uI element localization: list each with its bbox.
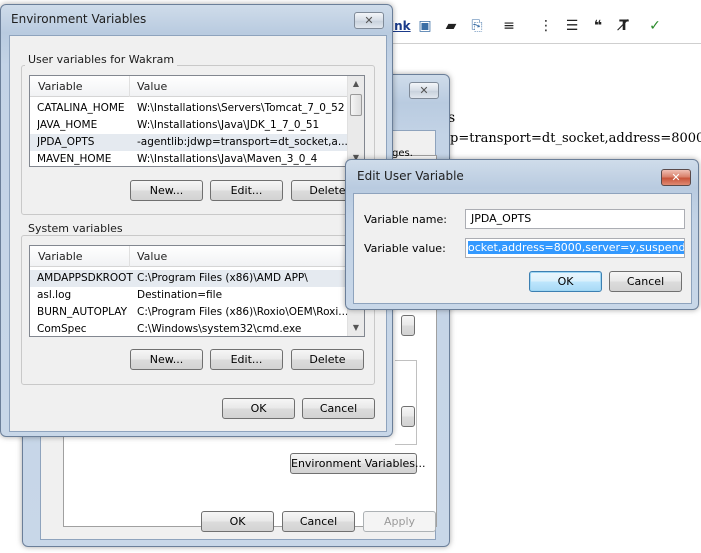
editor-link-text[interactable]: ink: [390, 19, 411, 33]
user-edit-button[interactable]: Edit...: [210, 180, 283, 201]
row-variable: ComSpec: [37, 323, 87, 335]
sysprops-inner-box: [395, 360, 417, 445]
scroll-down-icon[interactable]: ▼: [348, 320, 364, 336]
sysprops-cancel-button[interactable]: Cancel: [282, 511, 355, 532]
edit-dialog-title: Edit User Variable: [357, 169, 464, 183]
envvars-cancel-button[interactable]: Cancel: [302, 398, 375, 419]
table-row[interactable]: JPDA_OPTS -agentlib:jdwp=transport=dt_so…: [30, 134, 347, 151]
variable-value-field[interactable]: ocket,address=8000,server=y,suspend=n: [465, 238, 685, 258]
video-icon[interactable]: ▰: [442, 17, 460, 35]
scroll-thumb[interactable]: [350, 94, 362, 116]
col-value-header[interactable]: Value: [137, 80, 167, 93]
col-divider: [129, 246, 130, 267]
user-variables-list[interactable]: Variable Value CATALINA_HOME W:\Installa…: [29, 75, 365, 167]
table-row[interactable]: BURN_AUTOPLAY C:\Program Files (x86)\Rox…: [30, 304, 347, 321]
system-variables-label: System variables: [25, 222, 126, 235]
sysprops-small-button[interactable]: [401, 315, 415, 336]
row-variable: JPDA_OPTS: [37, 136, 95, 148]
system-edit-button[interactable]: Edit...: [210, 349, 283, 370]
sysprops-ok-button[interactable]: OK: [201, 511, 274, 532]
row-value: W:\Installations\Java\Maven_3_0_4: [137, 153, 318, 165]
variable-name-label: Variable name:: [364, 213, 447, 226]
row-value: W:\Installations\Servers\Tomcat_7_0_52: [137, 102, 345, 114]
row-variable: AMDAPPSDKROOT: [37, 272, 133, 284]
row-value: Destination=file: [137, 289, 223, 301]
table-row[interactable]: ComSpec C:\Windows\system32\cmd.exe: [30, 321, 347, 336]
envvars-close-button[interactable]: ✕: [354, 12, 384, 29]
toolbar-divider: [380, 43, 701, 44]
row-variable: asl.log: [37, 289, 72, 301]
system-new-button[interactable]: New...: [130, 349, 203, 370]
unordered-list-icon[interactable]: ☰: [563, 17, 581, 35]
row-value: W:\Installations\Java\JDK_1_7_0_51: [137, 119, 320, 131]
ordered-list-icon[interactable]: ⋮: [537, 17, 555, 35]
clear-format-icon[interactable]: T̸: [615, 17, 633, 35]
col-variable-header[interactable]: Variable: [38, 250, 83, 263]
edit-dialog-ok-button[interactable]: OK: [529, 271, 602, 292]
editor-body-text: p=transport=dt_socket,address=8000,ser: [450, 131, 701, 146]
col-variable-header[interactable]: Variable: [38, 80, 83, 93]
environment-variables-button[interactable]: Environment Variables...: [290, 453, 426, 474]
row-variable: MAVEN_HOME: [37, 153, 112, 165]
image-icon[interactable]: ▣: [416, 17, 434, 35]
table-row[interactable]: CATALINA_HOME W:\Installations\Servers\T…: [30, 100, 347, 117]
row-variable: CATALINA_HOME: [37, 102, 125, 114]
user-new-button[interactable]: New...: [130, 180, 203, 201]
envvars-ok-button[interactable]: OK: [222, 398, 295, 419]
table-row[interactable]: MAVEN_HOME W:\Installations\Java\Maven_3…: [30, 151, 347, 166]
spellcheck-icon[interactable]: ✓: [646, 17, 664, 35]
scroll-up-icon[interactable]: ▲: [348, 76, 364, 92]
envvars-title: Environment Variables: [11, 12, 147, 26]
list-header: Variable Value: [30, 246, 347, 267]
row-value: C:\Windows\system32\cmd.exe: [137, 323, 302, 335]
system-delete-button[interactable]: Delete: [291, 349, 364, 370]
table-row[interactable]: asl.log Destination=file: [30, 287, 347, 304]
edit-user-variable-dialog: Edit User Variable ✕ Variable name: JPDA…: [345, 159, 699, 310]
edit-dialog-cancel-button[interactable]: Cancel: [609, 271, 682, 292]
edit-dialog-close-button[interactable]: ✕: [661, 169, 691, 186]
embed-icon[interactable]: ⎘: [468, 17, 486, 35]
sysprops-small-button-2[interactable]: [401, 406, 415, 427]
row-value: C:\Program Files (x86)\Roxio\OEM\Roxi...: [137, 306, 347, 318]
table-row[interactable]: JAVA_HOME W:\Installations\Java\JDK_1_7_…: [30, 117, 347, 134]
editor-toolbar: ink ▣ ▰ ⎘ ≡ ⋮ ☰ ❝ T̸ ✓: [380, 0, 701, 50]
user-variables-label: User variables for Wakram: [25, 53, 178, 66]
row-variable: JAVA_HOME: [37, 119, 98, 131]
variable-name-field[interactable]: JPDA_OPTS: [465, 209, 685, 229]
list-header: Variable Value: [30, 76, 347, 97]
sysprops-tail-text: ges.: [392, 148, 413, 159]
variable-value-label: Variable value:: [364, 242, 446, 255]
quote-icon[interactable]: ❝: [589, 17, 607, 35]
row-value: C:\Program Files (x86)\AMD APP\: [137, 272, 308, 284]
variable-value-selection: ocket,address=8000,server=y,suspend=n: [468, 241, 684, 254]
sysprops-close-button[interactable]: ✕: [409, 82, 439, 99]
row-variable: BURN_AUTOPLAY: [37, 306, 128, 318]
align-icon[interactable]: ≡: [500, 17, 518, 35]
col-divider: [129, 76, 130, 97]
col-value-header[interactable]: Value: [137, 250, 167, 263]
system-variables-list[interactable]: Variable Value AMDAPPSDKROOT C:\Program …: [29, 245, 365, 337]
vertical-scrollbar[interactable]: ▲ ▼: [347, 76, 364, 166]
sysprops-apply-button[interactable]: Apply: [363, 511, 436, 532]
row-value: -agentlib:jdwp=transport=dt_socket,a...: [137, 136, 347, 148]
environment-variables-window: Environment Variables ✕ User variables f…: [0, 4, 393, 437]
table-row[interactable]: AMDAPPSDKROOT C:\Program Files (x86)\AMD…: [30, 270, 347, 287]
